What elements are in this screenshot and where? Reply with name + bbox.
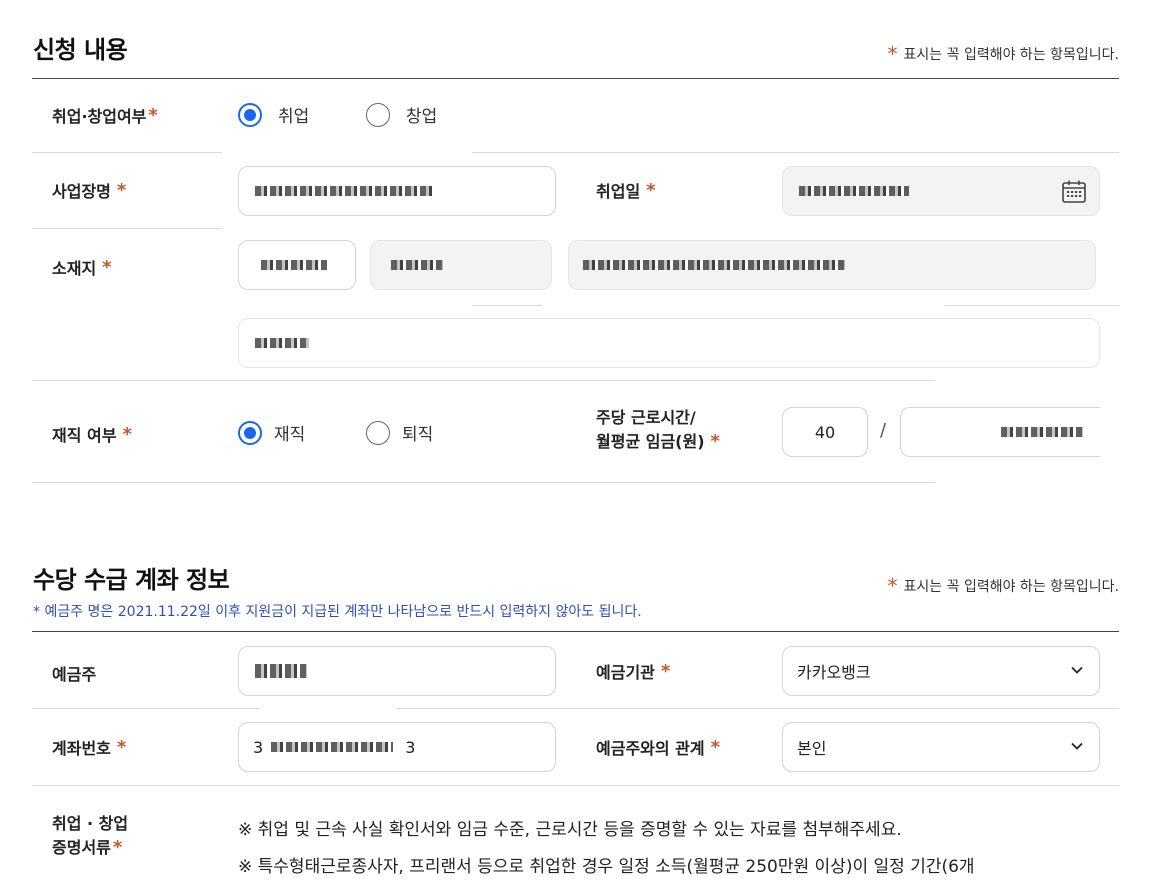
bank-select[interactable]: 카카오뱅크 <box>782 646 1100 696</box>
required-star-icon: * <box>116 179 127 201</box>
hours-wage-label-line2: 월평균 임금(원) <box>596 432 705 451</box>
account-holder-label: 예금주 <box>52 665 97 684</box>
relation-selected-value: 본인 <box>797 739 827 758</box>
address-detail-input[interactable] <box>238 318 1100 368</box>
radio-label-employed: 재직 <box>274 425 306 445</box>
account-number-input[interactable]: 3 3 <box>238 722 556 772</box>
required-star-icon: * <box>710 431 720 452</box>
proof-docs-label-line1: 취업 · 창업 <box>52 814 129 833</box>
section-title-application: 신청 내용 <box>33 36 128 64</box>
required-star-icon: * <box>710 736 721 758</box>
required-star-icon: * <box>148 104 158 126</box>
redacted-text <box>255 186 435 196</box>
hours-wage-label-line1: 주당 근로시간/ <box>596 408 696 427</box>
redacted-text <box>391 260 443 270</box>
redacted-text <box>261 260 327 270</box>
required-note-text: 표시는 꼭 입력해야 하는 항목입니다. <box>903 579 1119 595</box>
required-star-icon: * <box>122 423 132 445</box>
divider <box>396 708 1119 709</box>
redacted-text <box>583 260 845 270</box>
location-label-text: 소재지 <box>52 259 97 278</box>
account-number-prefix: 3 <box>253 737 264 757</box>
divider <box>472 152 1119 153</box>
required-note: * 표시는 꼭 입력해야 하는 항목입니다. <box>888 576 1119 596</box>
divider <box>32 482 935 483</box>
postal-code-input[interactable] <box>238 240 356 290</box>
employment-date-label-text: 취업일 <box>596 182 641 201</box>
required-star-icon: * <box>887 42 898 66</box>
required-star-icon: * <box>112 837 123 858</box>
employment-date-label: 취업일 * <box>596 178 656 202</box>
relation-label: 예금주와의 관계 * <box>596 735 720 759</box>
radio-button-checked[interactable] <box>238 420 262 445</box>
required-star-icon: * <box>646 179 656 201</box>
employment-status-label: 재직 여부 * <box>52 422 132 446</box>
relation-select[interactable]: 본인 <box>782 722 1100 772</box>
weekly-hours-input[interactable]: 40 <box>782 407 868 457</box>
account-number-label-text: 계좌번호 <box>52 739 111 758</box>
hours-wage-separator: / <box>880 420 887 441</box>
account-number-suffix: 3 <box>405 737 416 757</box>
divider <box>945 305 1119 306</box>
radio-button-unchecked[interactable] <box>366 102 390 127</box>
employment-date-input[interactable] <box>782 166 1100 216</box>
proof-docs-guide-2: ※ 특수형태근로종사자, 프리랜서 등으로 취업한 경우 일정 소득(월평균 2… <box>238 857 975 877</box>
calendar-icon[interactable] <box>1061 179 1087 205</box>
redacted-text <box>255 664 307 678</box>
proof-docs-label: 취업 · 창업 증명서류 * <box>52 812 128 860</box>
divider <box>32 152 222 153</box>
chevron-down-icon <box>1071 742 1083 750</box>
redacted-text <box>255 338 309 348</box>
chevron-down-icon <box>1071 666 1083 674</box>
required-star-icon: * <box>887 574 898 598</box>
radio-label-employment: 취업 <box>278 107 310 127</box>
account-number-label: 계좌번호 * <box>52 735 126 759</box>
section-title-account: 수당 수급 계좌 정보 <box>33 566 230 594</box>
bank-label-text: 예금기관 <box>596 663 655 682</box>
employment-status-label-text: 재직 여부 <box>52 426 117 445</box>
divider <box>32 228 222 229</box>
redacted-text <box>271 742 394 752</box>
workplace-label-text: 사업장명 <box>52 182 111 201</box>
required-note: * 표시는 꼭 입력해야 하는 항목입니다. <box>888 44 1119 64</box>
hours-wage-label: 주당 근로시간/ 월평균 임금(원) * <box>596 406 720 454</box>
monthly-wage-input[interactable] <box>900 407 1100 457</box>
required-star-icon: * <box>660 660 671 682</box>
radio-option-employment[interactable]: 취업 <box>238 102 309 127</box>
relation-label-text: 예금주와의 관계 <box>596 739 705 758</box>
bank-label: 예금기관 * <box>596 659 670 683</box>
divider <box>32 785 1119 786</box>
employment-type-label-text: 취업·창업여부 <box>52 107 147 126</box>
required-note-text: 표시는 꼭 입력해야 하는 항목입니다. <box>903 47 1119 63</box>
bank-selected-value: 카카오뱅크 <box>797 663 871 682</box>
employment-type-label: 취업·창업여부 * <box>52 103 158 127</box>
radio-button-checked[interactable] <box>238 102 262 127</box>
required-star-icon: * <box>102 256 112 278</box>
radio-option-employed[interactable]: 재직 <box>238 420 305 445</box>
divider <box>32 708 260 709</box>
radio-option-startup[interactable]: 창업 <box>366 102 437 127</box>
radio-button-unchecked[interactable] <box>366 420 390 445</box>
workplace-label: 사업장명 * <box>52 178 126 202</box>
location-label: 소재지 * <box>52 255 112 279</box>
account-holder-input[interactable] <box>238 646 556 696</box>
address-input[interactable] <box>568 240 1096 290</box>
required-star-icon: * <box>116 736 127 758</box>
account-holder-notice: * 예금주 명은 2021.11.22일 이후 지원금이 지급된 계좌만 나타남… <box>33 604 642 620</box>
redacted-text <box>799 186 909 196</box>
divider <box>32 380 935 381</box>
radio-option-retired[interactable]: 퇴직 <box>366 420 433 445</box>
radio-label-retired: 퇴직 <box>402 425 434 445</box>
divider <box>32 78 1119 79</box>
postal-search-field[interactable] <box>370 240 552 290</box>
proof-docs-label-line2: 증명서류 <box>52 838 111 857</box>
divider <box>472 305 542 306</box>
divider <box>32 631 1119 632</box>
radio-label-startup: 창업 <box>406 107 438 127</box>
workplace-input[interactable] <box>238 166 556 216</box>
weekly-hours-value: 40 <box>814 422 836 442</box>
redacted-text <box>1001 427 1083 437</box>
proof-docs-guide-1: ※ 취업 및 근속 사실 확인서와 임금 수준, 근로시간 등을 증명할 수 있… <box>238 820 902 840</box>
